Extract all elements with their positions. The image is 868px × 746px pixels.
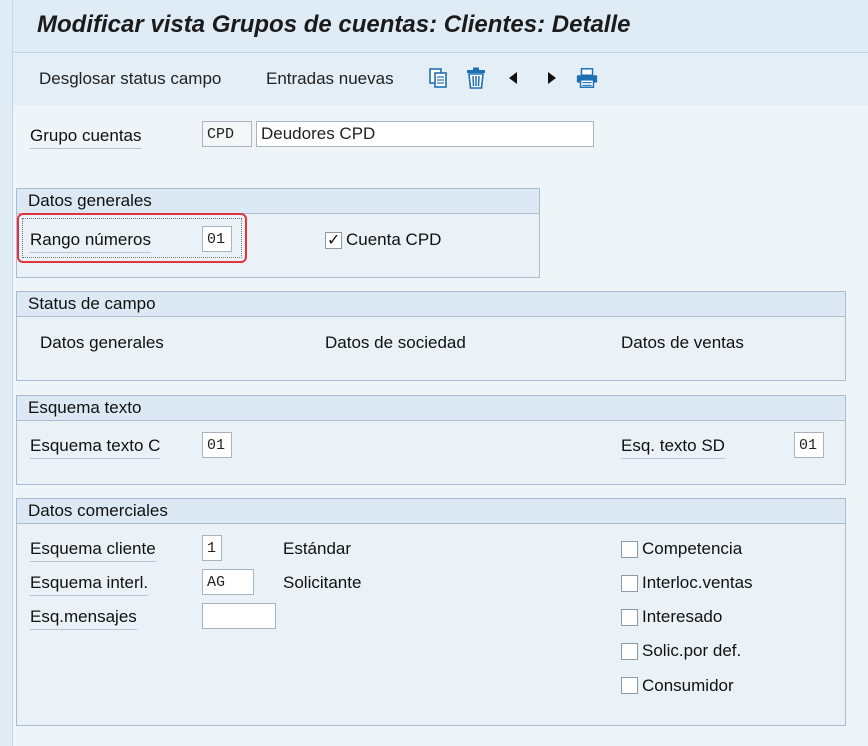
text-schema-sd-field[interactable]: 01 [794,432,824,458]
new-entries-button[interactable]: Entradas nuevas [266,69,394,89]
customer-schema-field[interactable]: 1 [202,535,222,561]
text-schema-c-field[interactable]: 01 [202,432,232,458]
customer-schema-description: Estándar [283,539,352,558]
interesado-checkbox[interactable] [621,609,638,626]
text-schema-group-title: Esquema texto [17,396,845,421]
interloc-ventas-label: Interloc.ventas [642,573,753,592]
message-schema-label: Esq.mensajes [30,607,137,630]
competencia-checkbox[interactable] [621,541,638,558]
partner-schema-description: Solicitante [283,573,362,592]
status-general-data-link[interactable]: Datos generales [40,333,164,353]
field-status-group-title: Status de campo [17,292,845,317]
field-status-button[interactable]: Desglosar status campo [39,69,221,89]
copy-icon[interactable] [426,65,450,91]
competencia-label: Competencia [642,539,743,558]
cpd-account-checkbox[interactable]: ✓ [325,230,342,249]
solic-por-def-label: Solic.por def. [642,641,742,660]
general-data-group-title: Datos generales [17,189,539,214]
previous-icon[interactable] [501,65,525,91]
partner-schema-label: Esquema interl. [30,573,149,596]
checkmark-icon: ✓ [327,230,341,249]
title-bar: Modificar vista Grupos de cuentas: Clien… [12,0,868,52]
interloc-ventas-checkbox[interactable] [621,575,638,592]
account-group-label: Grupo cuentas [30,126,142,149]
status-sales-data-link[interactable]: Datos de ventas [621,333,744,353]
application-toolbar: Desglosar status campo Entradas nuevas [12,52,868,106]
interesado-label: Interesado [642,607,723,626]
partner-schema-field[interactable]: AG [202,569,254,595]
message-schema-field[interactable] [202,603,276,629]
delete-icon[interactable] [464,65,488,91]
account-group-code-field[interactable]: CPD [202,121,252,147]
text-schema-sd-label: Esq. texto SD [621,436,725,459]
consumidor-label: Consumidor [642,676,734,695]
customer-schema-label: Esquema cliente [30,539,156,562]
print-icon[interactable] [575,65,599,91]
commercial-data-group-title: Datos comerciales [17,499,845,524]
consumidor-checkbox[interactable] [621,677,638,694]
next-icon[interactable] [540,65,564,91]
page-title: Modificar vista Grupos de cuentas: Clien… [37,11,631,38]
cpd-account-label: Cuenta CPD [346,230,442,249]
status-company-data-link[interactable]: Datos de sociedad [325,333,466,353]
highlight-annotation [17,213,247,263]
text-schema-c-label: Esquema texto C [30,436,161,459]
solic-por-def-checkbox[interactable] [621,643,638,660]
account-group-description-field[interactable]: Deudores CPD [256,121,594,147]
